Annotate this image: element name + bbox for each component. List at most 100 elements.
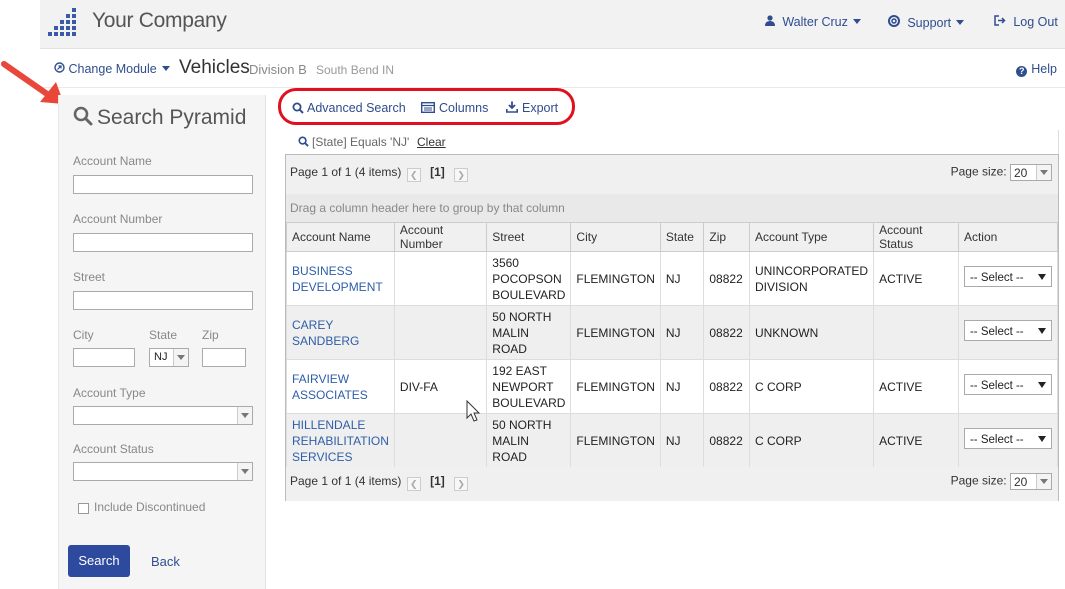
prev-page-icon[interactable]: ❮	[406, 477, 421, 491]
action-cell: -- Select --	[957, 305, 1059, 360]
column-header-account-number[interactable]: Account Number	[393, 222, 488, 252]
account-status-cell: ACTIVE	[873, 251, 959, 306]
street-label: Street	[73, 270, 106, 284]
help-link[interactable]: ? Help	[1016, 62, 1057, 77]
state-select[interactable]: NJ	[149, 348, 189, 367]
column-header-zip[interactable]: Zip	[703, 222, 750, 252]
action-select[interactable]: -- Select --	[963, 266, 1052, 287]
support-menu[interactable]: Support	[888, 15, 965, 30]
top-page-size: Page size: 20	[951, 164, 1052, 181]
account-name-link[interactable]: HILLENDALE REHABILITATION SERVICES	[292, 418, 389, 464]
account-name-link[interactable]: BUSINESS DEVELOPMENT	[292, 264, 383, 294]
account-type-cell: UNKNOWN	[748, 305, 875, 360]
mouse-pointer-icon	[466, 400, 481, 422]
support-label: Support	[907, 16, 952, 30]
account-name-cell: CAREY SANDBERG	[286, 305, 395, 360]
account-name-input[interactable]	[73, 175, 253, 194]
clear-filter-link[interactable]: Clear	[417, 135, 446, 149]
table-row: FAIRVIEW ASSOCIATES DIV-FA 192 EAST NEWP…	[286, 359, 1059, 414]
account-name-cell: FAIRVIEW ASSOCIATES	[286, 359, 395, 414]
lifebuoy-icon	[888, 15, 903, 30]
annotation-highlight-oval	[278, 88, 575, 125]
column-header-account-name[interactable]: Account Name	[286, 222, 395, 252]
column-header-street[interactable]: Street	[486, 222, 572, 252]
location-label: South Bend IN	[316, 63, 395, 77]
top-pager: Page 1 of 1 (4 items) ❮ [1] ❯	[290, 165, 470, 182]
action-cell: -- Select --	[957, 359, 1059, 414]
account-name-link[interactable]: FAIRVIEW ASSOCIATES	[292, 372, 368, 402]
table-row: HILLENDALE REHABILITATION SERVICES 50 NO…	[286, 413, 1059, 468]
user-name: Walter Cruz	[782, 15, 848, 29]
account-type-cell: C CORP	[748, 359, 875, 414]
chevron-down-icon	[1036, 474, 1051, 489]
account-number-input[interactable]	[73, 233, 253, 252]
action-select[interactable]: -- Select --	[963, 320, 1052, 341]
group-by-panel[interactable]: Drag a column header here to group by th…	[286, 194, 1058, 222]
action-select-value: -- Select --	[969, 434, 1024, 446]
change-module-menu[interactable]: Change Module	[54, 62, 170, 76]
help-label: Help	[1031, 62, 1057, 76]
chevron-down-icon	[173, 349, 188, 366]
city-cell: FLEMINGTON	[570, 251, 661, 306]
bottom-page-size: Page size: 20	[951, 473, 1052, 490]
account-name-cell: BUSINESS DEVELOPMENT	[286, 251, 395, 306]
table-row: BUSINESS DEVELOPMENT 3560 POCOPSON BOULE…	[286, 251, 1059, 306]
account-status-cell	[873, 305, 959, 360]
change-module-label: Change Module	[68, 62, 157, 76]
current-page[interactable]: [1]	[430, 165, 445, 179]
state-cell: NJ	[659, 359, 705, 414]
state-value: NJ	[154, 351, 168, 363]
state-cell: NJ	[659, 413, 705, 468]
include-discontinued-checkbox[interactable]	[78, 503, 89, 514]
next-page-icon[interactable]: ❯	[454, 477, 469, 491]
column-header-city[interactable]: City	[570, 222, 661, 252]
column-header-state[interactable]: State	[659, 222, 705, 252]
current-page[interactable]: [1]	[430, 474, 445, 488]
user-menu[interactable]: Walter Cruz	[765, 15, 861, 29]
column-header-action[interactable]: Action	[957, 222, 1059, 252]
city-cell: FLEMINGTON	[570, 359, 661, 414]
account-status-select[interactable]	[73, 462, 253, 481]
street-input[interactable]	[73, 291, 253, 310]
chevron-down-icon	[237, 463, 252, 480]
chevron-down-icon	[1037, 328, 1046, 334]
page-size-label: Page size:	[950, 164, 1007, 179]
sidebar-title-text: Search Pyramid	[97, 106, 247, 129]
city-cell: FLEMINGTON	[570, 305, 661, 360]
action-select[interactable]: -- Select --	[963, 428, 1052, 449]
top-header: Your Company Walter Cruz Support Log Out	[40, 0, 1065, 49]
action-select-value: -- Select --	[969, 380, 1024, 392]
division-label: Division B	[249, 62, 307, 77]
chevron-down-icon	[1036, 165, 1051, 180]
city-input[interactable]	[73, 348, 135, 367]
column-header-account-type[interactable]: Account Type	[748, 222, 875, 252]
action-cell: -- Select --	[957, 413, 1059, 468]
state-cell: NJ	[659, 251, 705, 306]
next-page-icon[interactable]: ❯	[454, 168, 469, 182]
back-link[interactable]: Back	[151, 554, 180, 569]
table-header-row: Account Name Account Number Street City …	[286, 222, 1059, 252]
logout-link[interactable]: Log Out	[994, 15, 1058, 29]
bottom-pager: Page 1 of 1 (4 items) ❮ [1] ❯	[290, 474, 470, 491]
chevron-down-icon	[1037, 436, 1046, 442]
user-icon	[765, 15, 778, 29]
zip-input[interactable]	[202, 348, 246, 367]
account-type-select[interactable]	[73, 406, 253, 425]
search-button[interactable]: Search	[68, 545, 130, 577]
street-cell: 192 EAST NEWPORT BOULEVARD	[486, 359, 572, 414]
page-size-select[interactable]: 20	[1010, 164, 1052, 181]
bottom-pager-bar: Page 1 of 1 (4 items) ❮ [1] ❯ Page size:…	[286, 467, 1058, 501]
action-select[interactable]: -- Select --	[963, 374, 1052, 395]
group-hint-text: Drag a column header here to group by th…	[290, 201, 565, 215]
account-name-link[interactable]: CAREY SANDBERG	[292, 318, 359, 348]
sign-out-icon	[994, 15, 1009, 29]
account-number-cell	[393, 305, 488, 360]
column-header-account-status[interactable]: Account Status	[873, 222, 959, 252]
sidebar-title: Search Pyramid	[73, 106, 246, 132]
prev-page-icon[interactable]: ❮	[406, 168, 421, 182]
company-name: Your Company	[92, 9, 227, 32]
page-size-select[interactable]: 20	[1010, 473, 1052, 490]
street-cell: 50 NORTH MALIN ROAD	[486, 305, 572, 360]
state-label: State	[149, 328, 178, 342]
city-cell: FLEMINGTON	[570, 413, 661, 468]
